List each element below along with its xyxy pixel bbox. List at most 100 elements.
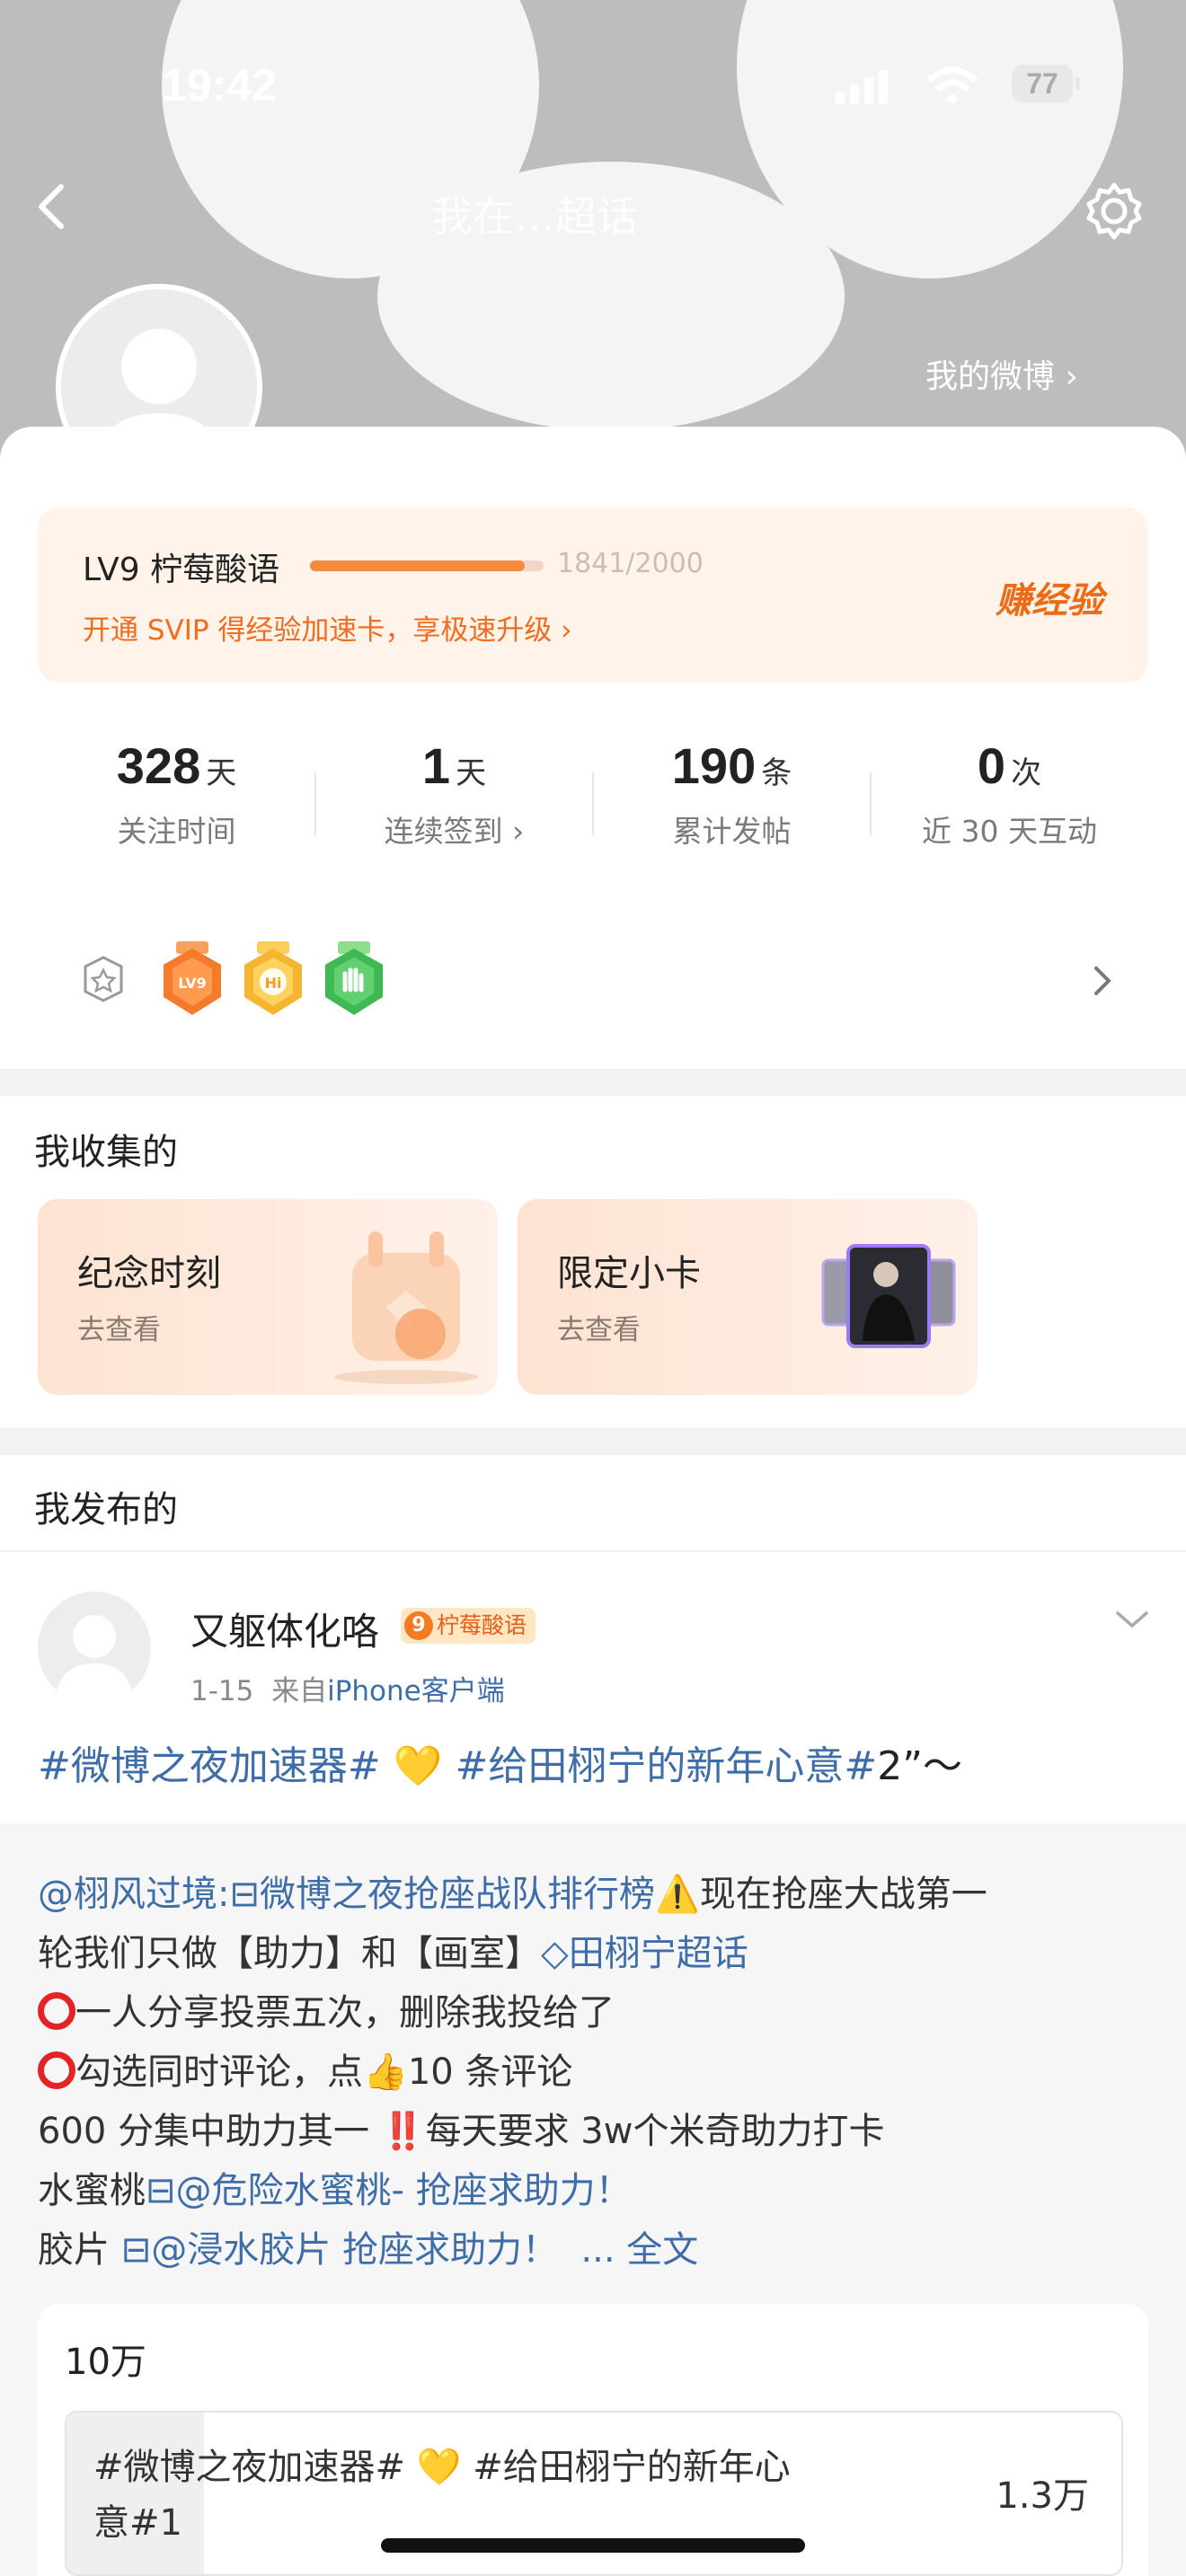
diamond-icon: ◇ [541,1933,569,1974]
poll-option-text: #微博之夜加速器# 💛 #给田栩宁的新年心 意#1 [93,2439,791,2551]
supertopic-link[interactable]: ◇田栩宁超话 [541,1933,748,1974]
calendar-heart-icon [334,1231,478,1384]
mention-link[interactable]: ⊟@浸水胶片 抢座求助力！ [121,2229,558,2271]
chevron-down-icon[interactable] [1112,1606,1152,1633]
mention-link-label: @浸水胶片 抢座求助力！ [151,2229,558,2271]
card-subtitle: 去查看 [77,1314,161,1346]
warning-emoji: ⚠️ [655,1874,700,1915]
stat-unit: 天 [456,755,487,791]
level-progress-bar [310,560,544,571]
card-title: 纪念时刻 [77,1253,221,1294]
section-title: 我收集的 [34,1132,178,1173]
stat-unit: 天 [206,755,237,791]
fan-level-text: 柠莓酸语 [437,1612,527,1638]
repost-line: 600 分集中助力其一 ‼️每天要求 3w个米奇助力打卡 [38,2102,884,2154]
level-panel[interactable] [38,507,1148,683]
post-date: 1-15 [190,1675,254,1707]
my-weibo-link[interactable]: 我的微博 › [925,350,1078,397]
repost-text: 水蜜桃 [38,2170,146,2211]
post-source-prefix: 来自 [271,1675,328,1707]
mention-link[interactable]: ⊟@危险水蜜桃- 抢座求助力！ [146,2170,632,2211]
topic-link[interactable]: #微博之夜加速器# [38,1743,381,1789]
hi-badge-icon: Hi [244,941,302,1015]
svip-promo-link[interactable]: 开通 SVIP 得经验加速卡，享极速升级 › [83,607,572,648]
thumbs-up-emoji: 👍 [363,2051,408,2093]
signal-icon [836,70,888,104]
repost-line: 勾选同时评论，点👍10 条评论 [38,2042,572,2095]
stat-post-count: 190 条 累计发帖 [593,737,871,851]
lv9-badge-icon: LV9 [164,941,221,1015]
post-author-name[interactable]: 又躯体化咯 [190,1601,379,1656]
home-indicator [381,2538,805,2553]
stat-interactions: 0次 近 30 天互动 [871,737,1148,851]
link-icon: ⊟ [146,2170,176,2211]
chevron-right-icon [1094,966,1111,995]
repost-text: 每天要求 3w个米奇助力打卡 [425,2111,885,2152]
ranking-link-label: 微博之夜抢座战队排行榜 [260,1874,655,1915]
stat-value: 1 [421,737,451,794]
gear-icon[interactable] [1083,180,1146,243]
supertopic-link-label: 田栩宁超话 [568,1933,748,1974]
poll-total: 10万 [65,2342,146,2383]
collect-card-limited[interactable]: 限定小卡 去查看 [518,1199,978,1395]
stat-label: 累计发帖 [672,814,792,849]
link-icon: ⊟ [120,2229,152,2271]
fan-level-number: 9 [404,1611,433,1640]
back-arrow-icon[interactable] [27,180,81,234]
stat-unit: 条 [761,755,792,791]
repost-text: 轮我们只做【助力】和【画室】 [38,1933,541,1974]
poll-option-line: #微博之夜加速器# 💛 #给田栩宁的新年心 [93,2447,791,2488]
wifi-icon [927,66,978,103]
red-circle-icon [38,2051,75,2089]
stat-label: 近 30 天互动 [922,814,1097,849]
link-icon: ⊟ [229,1874,260,1915]
heart-emoji: 💛 [393,1743,443,1789]
repost-line: 轮我们只做【助力】和【画室】◇田栩宁超话 [38,1924,748,1976]
medal-icon [84,956,123,1002]
card-title: 限定小卡 [557,1253,701,1294]
repost-text: 600 分集中助力其一 [38,2111,381,2152]
photo-cards-icon [821,1244,956,1348]
repost-line: 水蜜桃⊟@危险水蜜桃- 抢座求助力！ [38,2161,632,2213]
lv9-badge-text: LV9 [178,975,207,992]
post-text-tail: 2”～ [877,1743,963,1789]
repost-line: 一人分享投票五次，删除我投给了 [38,1983,615,2035]
status-time: 19:42 [162,60,277,110]
stat-label: 连续签到 › [384,814,525,849]
post-source[interactable]: iPhone客户端 [327,1675,505,1707]
stat-value: 0 [977,737,1006,794]
repost-line: 胶片 ⊟@浸水胶片 抢座求助力！ ... 全文 [38,2220,698,2272]
page-title: 我在…超话 [431,192,638,241]
topic-link[interactable]: #给田栩宁的新年心意# [456,1743,878,1789]
status-icons: 77 [836,63,1080,108]
stat-checkin-streak[interactable]: 1天 连续签到 › [315,737,593,851]
mention-link-label: @危险水蜜桃- 抢座求助力！ [175,2170,632,2211]
double-exclamation-emoji: ‼️ [380,2111,426,2152]
ranking-link[interactable]: ⊟微博之夜抢座战队排行榜 [229,1874,655,1915]
mention-link[interactable]: @栩风过境: [38,1874,229,1915]
repost-text: 现在抢座大战第一 [699,1874,987,1915]
hand-badge-icon [325,941,383,1015]
level-progress-text: 1841/2000 [557,548,704,579]
earn-exp-button[interactable]: 赚经验 [996,571,1103,623]
repost-text: 胶片 [38,2229,121,2271]
post-meta: 1-15 来自iPhone客户端 [190,1668,505,1708]
stat-value: 190 [671,737,757,794]
repost-text: 勾选同时评论，点 [75,2051,363,2093]
level-progress-fill [310,560,526,571]
battery-indicator: 77 [1012,65,1080,102]
collect-card-moments[interactable]: 纪念时刻 去查看 [38,1199,498,1395]
red-circle-icon [38,1992,75,2030]
poll-option-count: 1.3万 [996,2475,1089,2517]
post-author-avatar[interactable] [38,1592,151,1705]
card-subtitle: 去查看 [557,1314,641,1346]
badge-row[interactable]: LV9 Hi [38,914,1148,1045]
stat-follow-days: 328 天 关注时间 [38,737,315,851]
stat-value: 328 [116,737,201,794]
stat-label: 关注时间 [117,814,236,849]
fan-level-badge: 9 柠莓酸语 [401,1608,536,1644]
published-section-header: 我发布的 [0,1455,1186,1550]
repost-text: 10 条评论 [407,2051,573,2093]
post-text: #微博之夜加速器# 💛 #给田栩宁的新年心意#2”～ [38,1734,962,1791]
read-more-link[interactable]: ... 全文 [580,2229,698,2271]
